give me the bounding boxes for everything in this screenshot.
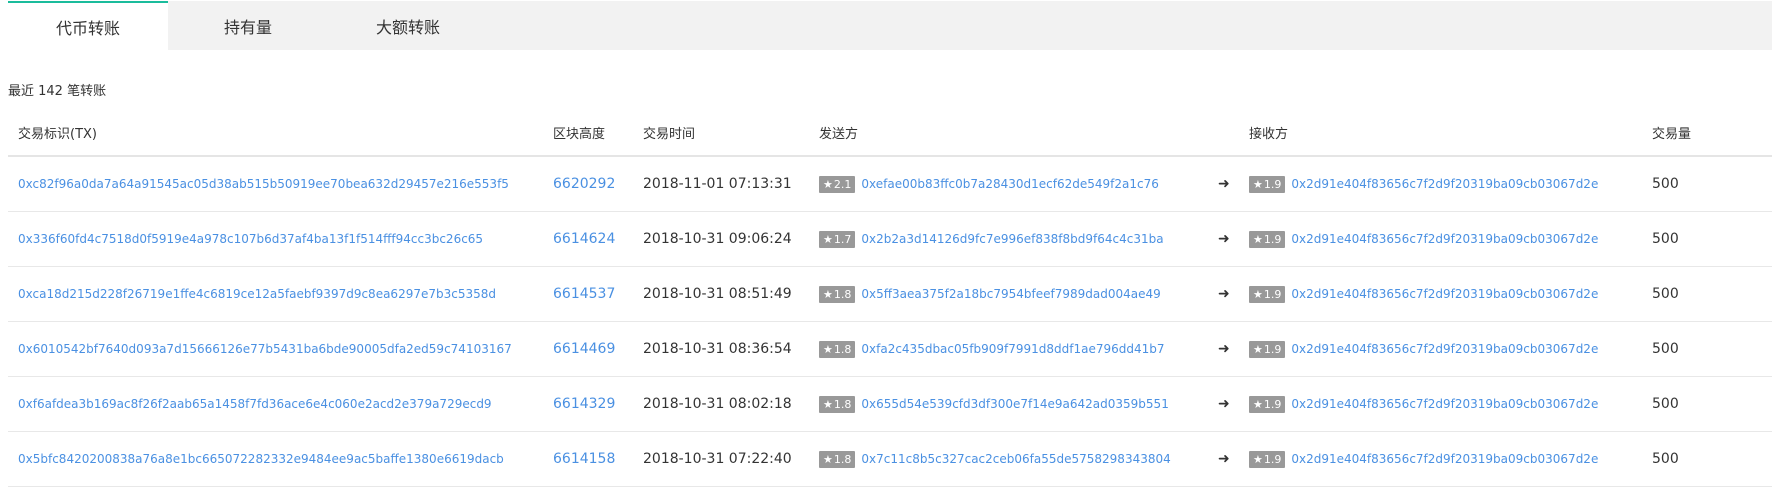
tx-time: 2018-10-31 08:36:54 bbox=[643, 341, 792, 357]
arrow-right-icon: ➜ bbox=[1218, 286, 1230, 302]
block-height-link[interactable]: 6614158 bbox=[553, 451, 615, 467]
column-header-to: 接收方 bbox=[1249, 127, 1289, 142]
star-icon: ★ bbox=[1253, 177, 1263, 191]
receiver-score-badge: ★1.9 bbox=[1249, 285, 1286, 303]
tx-quantity: 500 bbox=[1652, 231, 1679, 247]
tab-holders[interactable]: 持有量 bbox=[168, 1, 328, 50]
column-header-tx: 交易标识(TX) bbox=[18, 127, 97, 142]
tx-quantity: 500 bbox=[1652, 396, 1679, 412]
star-icon: ★ bbox=[1253, 232, 1263, 246]
table-row: 0xf6afdea3b169ac8f26f2aab65a1458f7fd36ac… bbox=[8, 377, 1772, 432]
star-icon: ★ bbox=[823, 287, 833, 301]
tx-quantity: 500 bbox=[1652, 341, 1679, 357]
arrow-right-icon: ➜ bbox=[1218, 341, 1230, 357]
table-row: 0x336f60fd4c7518d0f5919e4a978c107b6d37af… bbox=[8, 212, 1772, 267]
tx-quantity: 500 bbox=[1652, 176, 1679, 192]
receiver-score-badge: ★1.9 bbox=[1249, 450, 1286, 468]
table-header: 交易标识(TX) 区块高度 交易时间 发送方 接收方 交易量 bbox=[8, 110, 1772, 157]
star-icon: ★ bbox=[823, 232, 833, 246]
receiver-address-link[interactable]: 0x2d91e404f83656c7f2d9f20319ba09cb03067d… bbox=[1291, 342, 1598, 356]
sender-score-badge: ★1.8 bbox=[819, 395, 856, 413]
tx-hash-link[interactable]: 0x6010542bf7640d093a7d15666126e77b5431ba… bbox=[18, 342, 512, 356]
sender-score-badge: ★2.1 bbox=[819, 175, 856, 193]
star-icon: ★ bbox=[1253, 452, 1263, 466]
sender-address-link[interactable]: 0xfa2c435dbac05fb909f7991d8ddf1ae796dd41… bbox=[861, 342, 1164, 356]
tx-time: 2018-10-31 08:02:18 bbox=[643, 396, 792, 412]
sender-score-badge: ★1.8 bbox=[819, 340, 856, 358]
block-height-link[interactable]: 6614469 bbox=[553, 341, 615, 357]
tx-hash-link[interactable]: 0x336f60fd4c7518d0f5919e4a978c107b6d37af… bbox=[18, 232, 483, 246]
tab-large-transfers[interactable]: 大额转账 bbox=[328, 1, 488, 50]
table-row: 0x6010542bf7640d093a7d15666126e77b5431ba… bbox=[8, 322, 1772, 377]
sender-address-link[interactable]: 0xefae00b83ffc0b7a28430d1ecf62de549f2a1c… bbox=[861, 177, 1159, 191]
sender-score-badge: ★1.8 bbox=[819, 450, 856, 468]
tx-quantity: 500 bbox=[1652, 451, 1679, 467]
tx-time: 2018-10-31 09:06:24 bbox=[643, 231, 792, 247]
block-height-link[interactable]: 6620292 bbox=[553, 176, 615, 192]
receiver-address-link[interactable]: 0x2d91e404f83656c7f2d9f20319ba09cb03067d… bbox=[1291, 397, 1598, 411]
receiver-address-link[interactable]: 0x2d91e404f83656c7f2d9f20319ba09cb03067d… bbox=[1291, 232, 1598, 246]
arrow-right-icon: ➜ bbox=[1218, 451, 1230, 467]
block-height-link[interactable]: 6614537 bbox=[553, 286, 615, 302]
column-header-time: 交易时间 bbox=[643, 127, 696, 142]
star-icon: ★ bbox=[1253, 397, 1263, 411]
tab-bar: 代币转账 持有量 大额转账 bbox=[8, 1, 1772, 50]
table-row: 0xca18d215d228f26719e1ffe4c6819ce12a5fae… bbox=[8, 267, 1772, 322]
tx-hash-link[interactable]: 0xf6afdea3b169ac8f26f2aab65a1458f7fd36ac… bbox=[18, 397, 492, 411]
receiver-address-link[interactable]: 0x2d91e404f83656c7f2d9f20319ba09cb03067d… bbox=[1291, 177, 1598, 191]
transfer-count-summary: 最近 142 笔转账 bbox=[8, 84, 107, 99]
table-row: 0xc82f96a0da7a64a91545ac05d38ab515b50919… bbox=[8, 157, 1772, 212]
column-header-from: 发送方 bbox=[819, 127, 859, 142]
star-icon: ★ bbox=[823, 452, 833, 466]
receiver-address-link[interactable]: 0x2d91e404f83656c7f2d9f20319ba09cb03067d… bbox=[1291, 452, 1598, 466]
arrow-right-icon: ➜ bbox=[1218, 176, 1230, 192]
tx-quantity: 500 bbox=[1652, 286, 1679, 302]
star-icon: ★ bbox=[823, 342, 833, 356]
receiver-address-link[interactable]: 0x2d91e404f83656c7f2d9f20319ba09cb03067d… bbox=[1291, 287, 1598, 301]
table-row: 0x5bfc8420200838a76a8e1bc665072282332e94… bbox=[8, 432, 1772, 487]
tx-time: 2018-10-31 07:22:40 bbox=[643, 451, 792, 467]
star-icon: ★ bbox=[1253, 287, 1263, 301]
column-header-qty: 交易量 bbox=[1652, 127, 1692, 142]
sender-address-link[interactable]: 0x7c11c8b5c327cac2ceb06fa55de57582983438… bbox=[861, 452, 1170, 466]
sender-score-badge: ★1.8 bbox=[819, 285, 856, 303]
transfers-table: 交易标识(TX) 区块高度 交易时间 发送方 接收方 交易量 0xc82f96a… bbox=[8, 110, 1772, 487]
receiver-score-badge: ★1.9 bbox=[1249, 230, 1286, 248]
tx-hash-link[interactable]: 0x5bfc8420200838a76a8e1bc665072282332e94… bbox=[18, 452, 504, 466]
column-header-block: 区块高度 bbox=[553, 127, 606, 142]
sender-address-link[interactable]: 0x5ff3aea375f2a18bc7954bfeef7989dad004ae… bbox=[861, 287, 1160, 301]
star-icon: ★ bbox=[1253, 342, 1263, 356]
block-height-link[interactable]: 6614624 bbox=[553, 231, 615, 247]
block-height-link[interactable]: 6614329 bbox=[553, 396, 615, 412]
arrow-right-icon: ➜ bbox=[1218, 231, 1230, 247]
tab-token-transfers[interactable]: 代币转账 bbox=[8, 1, 168, 50]
sender-address-link[interactable]: 0x2b2a3d14126d9fc7e996ef838f8bd9f64c4c31… bbox=[861, 232, 1163, 246]
sender-address-link[interactable]: 0x655d54e539cfd3df300e7f14e9a642ad0359b5… bbox=[861, 397, 1168, 411]
tx-time: 2018-10-31 08:51:49 bbox=[643, 286, 792, 302]
tx-hash-link[interactable]: 0xc82f96a0da7a64a91545ac05d38ab515b50919… bbox=[18, 177, 509, 191]
arrow-right-icon: ➜ bbox=[1218, 396, 1230, 412]
receiver-score-badge: ★1.9 bbox=[1249, 395, 1286, 413]
star-icon: ★ bbox=[823, 177, 833, 191]
tx-time: 2018-11-01 07:13:31 bbox=[643, 176, 792, 192]
receiver-score-badge: ★1.9 bbox=[1249, 340, 1286, 358]
sender-score-badge: ★1.7 bbox=[819, 230, 856, 248]
star-icon: ★ bbox=[823, 397, 833, 411]
tx-hash-link[interactable]: 0xca18d215d228f26719e1ffe4c6819ce12a5fae… bbox=[18, 287, 496, 301]
receiver-score-badge: ★1.9 bbox=[1249, 175, 1286, 193]
